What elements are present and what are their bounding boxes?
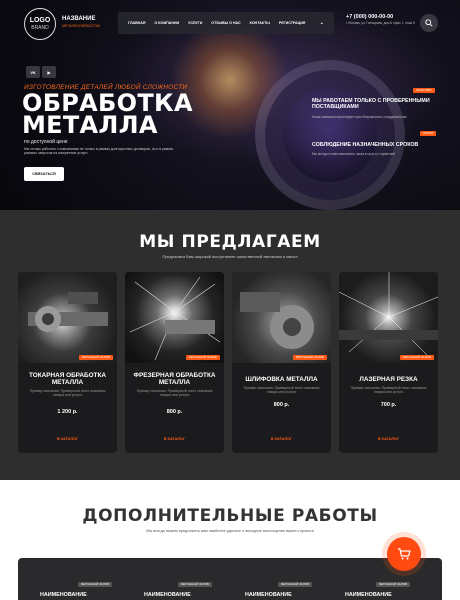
nav-item-reviews[interactable]: ОТЗЫВЫ О НАС xyxy=(211,21,240,25)
nav-item-registration[interactable]: РЕГИСТРАЦИЯ xyxy=(279,21,306,25)
catalog-link[interactable]: В КАТАЛОГ xyxy=(125,437,224,441)
nav-item-contacts[interactable]: КОНТАКТЫ xyxy=(250,21,270,25)
search-icon xyxy=(425,19,433,27)
hero-description: Мы готовы работать с компаниями не тольк… xyxy=(24,147,174,156)
advantage-desc-suppliers: Наша компания гарантирует срок безупречн… xyxy=(312,115,407,119)
youtube-icon[interactable]: ▶ xyxy=(42,66,56,78)
card-price: 800 р. xyxy=(273,402,290,408)
advantage-title-deadlines: СОБЛЮДЕНИЕ НАЗНАЧЕННЫХ СРОКОВ xyxy=(312,142,419,148)
catalog-link[interactable]: В КАТАЛОГ xyxy=(339,437,438,441)
extra-subtitle: Мы всегда можем предложить вам наиболее … xyxy=(146,529,314,533)
hero-price-note: по доступной цене xyxy=(24,139,68,145)
brand-subtitle: МЕТАЛЛООБРАБОТКА xyxy=(62,24,100,28)
extra-badge: БЕТОННЫЙ ЗАЛОБ xyxy=(178,582,213,587)
nav-item-about[interactable]: О КОМПАНИИ xyxy=(154,21,179,25)
address: г. Москва, ул. Гончарова, дом 5 офис 1, … xyxy=(346,21,415,25)
offer-subtitle: Предлагаем Вам широкий ассортимент качес… xyxy=(162,254,298,259)
extra-item-name[interactable]: НАИМЕНОВАНИЕ xyxy=(144,592,191,598)
card-title: ТОКАРНАЯ ОБРАБОТКА МЕТАЛЛА xyxy=(29,372,106,387)
card-description: Пример описания. Примерный текст описани… xyxy=(350,386,427,395)
card-title: ШЛИФОВКА МЕТАЛЛА xyxy=(245,376,318,383)
extra-badge: БЕТОННЫЙ ЗАЛОБ xyxy=(376,582,411,587)
card-description: Пример описания. Примерный текст описани… xyxy=(243,386,320,395)
nav-item-services[interactable]: УСЛУГИ xyxy=(188,21,202,25)
cart-button[interactable] xyxy=(387,537,421,571)
extra-item-name[interactable]: НАИМЕНОВАНИЕ xyxy=(40,592,87,598)
milling-photo xyxy=(125,272,224,363)
service-card-milling[interactable]: БЕТОННЫЙ ЗАЛОБ ФРЕЗЕРНАЯ ОБРАБОТКА МЕТАЛ… xyxy=(125,272,224,453)
card-badge: БЕТОННЫЙ ЗАЛОБ xyxy=(292,355,327,360)
advantage-title-suppliers: МЫ РАБОТАЕМ ТОЛЬКО С ПРОВЕРЕННЫМИ ПОСТАВ… xyxy=(312,98,430,110)
card-badge: БЕТОННЫЙ ЗАЛОБ xyxy=(399,355,434,360)
lathe-photo xyxy=(18,272,117,363)
card-price: 1 200 р. xyxy=(57,409,78,415)
advantage-desc-deadlines: Мы всегда готовы выполнить заказ в срок … xyxy=(312,152,395,156)
service-card-grinding[interactable]: БЕТОННЫЙ ЗАЛОБ ШЛИФОВКА МЕТАЛЛА Пример о… xyxy=(232,272,331,453)
card-title: ЛАЗЕРНАЯ РЕЗКА xyxy=(359,376,418,383)
nav-more-chevron-icon[interactable]: ⌄ xyxy=(320,20,324,26)
laser-photo xyxy=(339,272,438,363)
extra-item-name[interactable]: НАИМЕНОВАНИЕ xyxy=(345,592,392,598)
advantage-tag-terms: СРОКИ xyxy=(420,131,437,136)
extra-title: ДОПОЛНИТЕЛЬНЫЕ РАБОТЫ xyxy=(82,506,378,526)
vk-icon[interactable]: VK xyxy=(26,66,40,78)
service-card-turning[interactable]: БЕТОННЫЙ ЗАЛОБ ТОКАРНАЯ ОБРАБОТКА МЕТАЛЛ… xyxy=(18,272,117,453)
grinding-photo xyxy=(232,272,331,363)
hero-title: ОБРАБОТКА МЕТАЛЛА xyxy=(22,89,193,139)
card-description: Пример описания. Примерный текст описани… xyxy=(29,389,106,398)
extra-item-name[interactable]: НАИМЕНОВАНИЕ xyxy=(245,592,292,598)
brand-name: НАЗВАНИЕ xyxy=(62,16,96,22)
contact-button[interactable]: СВЯЗАТЬСЯ xyxy=(24,167,64,181)
card-badge: БЕТОННЫЙ ЗАЛОБ xyxy=(185,355,220,360)
offer-title: МЫ ПРЕДЛАГАЕМ xyxy=(139,232,321,252)
card-badge: БЕТОННЫЙ ЗАЛОБ xyxy=(78,355,113,360)
catalog-link[interactable]: В КАТАЛОГ xyxy=(232,437,331,441)
nav-item-home[interactable]: ГЛАВНАЯ xyxy=(128,21,145,25)
cart-icon xyxy=(398,548,411,560)
service-card-laser[interactable]: БЕТОННЫЙ ЗАЛОБ ЛАЗЕРНАЯ РЕЗКА Пример опи… xyxy=(339,272,438,453)
catalog-link[interactable]: В КАТАЛОГ xyxy=(18,437,117,441)
main-nav: ГЛАВНАЯ О КОМПАНИИ УСЛУГИ ОТЗЫВЫ О НАС К… xyxy=(118,12,334,34)
card-price: 700 р. xyxy=(380,402,397,408)
card-title: ФРЕЗЕРНАЯ ОБРАБОТКА МЕТАЛЛА xyxy=(133,372,216,387)
card-price: 800 р. xyxy=(166,409,183,415)
phone-number[interactable]: +7 (000) 000-00-00 xyxy=(346,14,393,20)
extra-badge: БЕТОННЫЙ ЗАЛОБ xyxy=(278,582,313,587)
logo[interactable]: LOGO BRAND xyxy=(24,8,56,40)
card-description: Пример описания. Примерный текст описани… xyxy=(136,389,213,398)
search-button[interactable] xyxy=(420,14,438,32)
advantage-tag-quality: КАЧЕСТВО xyxy=(413,88,435,93)
extra-badge: БЕТОННЫЙ ЗАЛОБ xyxy=(78,582,113,587)
